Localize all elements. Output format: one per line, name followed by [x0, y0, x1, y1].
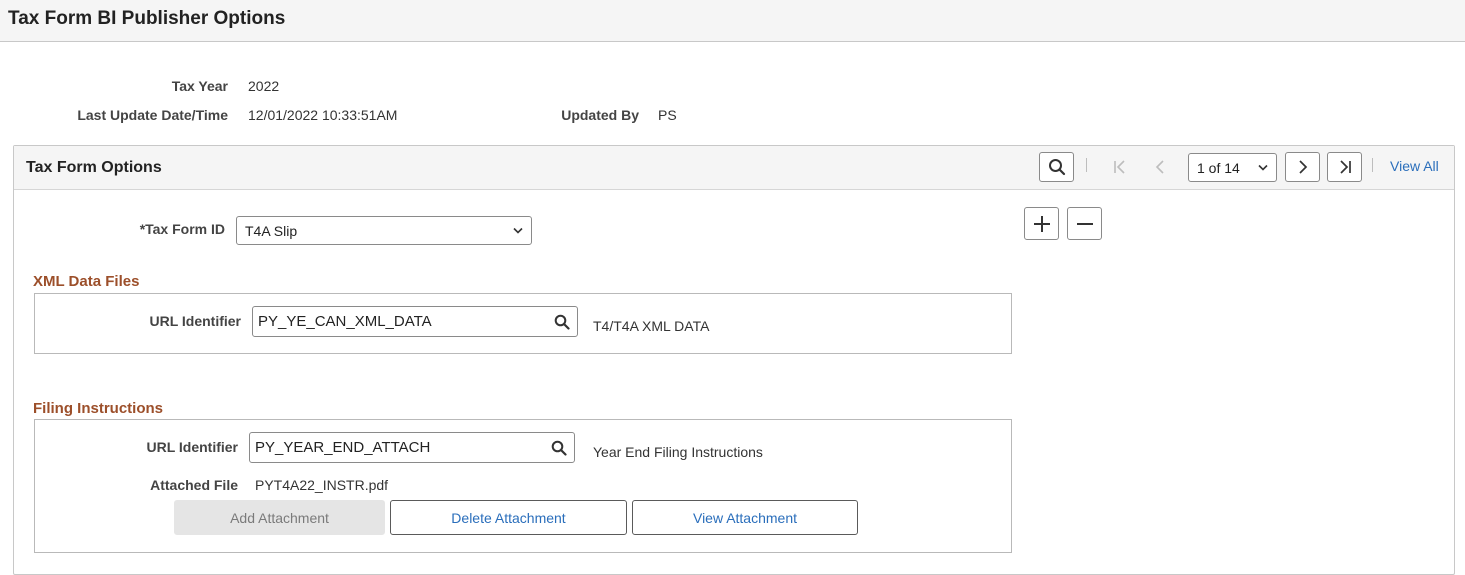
- attached-file-value: PYT4A22_INSTR.pdf: [255, 477, 389, 493]
- tax-year-label: Tax Year: [171, 78, 228, 94]
- last-page-icon: [1339, 160, 1351, 174]
- add-attachment-button[interactable]: Add Attachment: [174, 500, 385, 535]
- delete-attachment-button[interactable]: Delete Attachment: [390, 500, 627, 535]
- tax-form-id-label: *Tax Form ID: [139, 221, 225, 237]
- filing-instructions-title: Filing Instructions: [33, 400, 163, 417]
- first-page-button[interactable]: [1105, 152, 1135, 182]
- last-update-label: Last Update Date/Time: [77, 107, 228, 123]
- toolbar-divider: [1086, 158, 1087, 172]
- filing-url-identifier-lookup: [249, 432, 575, 463]
- updated-by-value: PS: [658, 107, 677, 123]
- previous-button[interactable]: [1145, 152, 1175, 182]
- tax-form-id-select[interactable]: T4A Slip: [236, 216, 532, 245]
- view-all-link[interactable]: View All: [1390, 158, 1439, 174]
- tax-form-options-header: Tax Form Options 1 of 14 View All: [14, 146, 1454, 190]
- next-button[interactable]: [1285, 152, 1320, 182]
- previous-icon: [1155, 160, 1164, 174]
- view-attachment-button[interactable]: View Attachment: [632, 500, 858, 535]
- xml-data-files-group: URL Identifier T4/T4A XML DATA: [34, 293, 1012, 354]
- filing-instructions-group: URL Identifier Year End Filing Instructi…: [34, 419, 1012, 553]
- xml-url-identifier-input[interactable]: [253, 307, 545, 336]
- tax-year-value: 2022: [248, 78, 280, 94]
- xml-url-identifier-label: URL Identifier: [149, 313, 241, 329]
- grid-search-button[interactable]: [1039, 152, 1074, 182]
- xml-data-files-title: XML Data Files: [33, 273, 140, 290]
- page-header: Tax Form BI Publisher Options: [0, 0, 1465, 42]
- magnifier-icon[interactable]: [551, 440, 567, 456]
- chevron-down-icon: [513, 227, 523, 234]
- magnifier-icon: [1048, 159, 1065, 176]
- page-title: Tax Form BI Publisher Options: [8, 8, 286, 29]
- filing-url-description: Year End Filing Instructions: [593, 444, 763, 460]
- updated-by-label: Updated By: [561, 107, 639, 123]
- filing-url-identifier-label: URL Identifier: [146, 439, 238, 455]
- row-pager-value: 1 of 14: [1197, 159, 1240, 176]
- row-pager-select[interactable]: 1 of 14: [1188, 153, 1277, 182]
- tax-form-id-value: T4A Slip: [245, 222, 298, 239]
- chevron-down-icon: [1258, 164, 1268, 171]
- last-page-button[interactable]: [1327, 152, 1362, 182]
- last-update-value: 12/01/2022 10:33:51AM: [248, 107, 398, 123]
- xml-url-description: T4/T4A XML DATA: [593, 318, 710, 334]
- toolbar-divider: [1372, 158, 1373, 172]
- tax-form-options-title: Tax Form Options: [26, 159, 162, 176]
- minus-icon: [1076, 222, 1093, 225]
- first-page-icon: [1114, 160, 1125, 174]
- magnifier-icon[interactable]: [554, 314, 570, 330]
- tax-form-options-panel: Tax Form Options 1 of 14 View All *Tax F…: [13, 145, 1455, 575]
- next-icon: [1298, 160, 1307, 174]
- xml-url-identifier-lookup: [252, 306, 578, 337]
- add-row-button[interactable]: [1024, 207, 1059, 240]
- plus-icon: [1033, 215, 1050, 232]
- attached-file-label: Attached File: [150, 477, 238, 493]
- filing-url-identifier-input[interactable]: [250, 433, 542, 462]
- delete-row-button[interactable]: [1067, 207, 1102, 240]
